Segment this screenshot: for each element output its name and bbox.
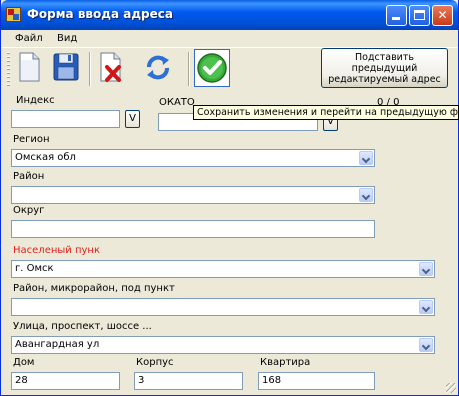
- locality-select[interactable]: г. Омск: [11, 260, 435, 278]
- chevron-down-icon[interactable]: [359, 188, 373, 202]
- menu-view[interactable]: Вид: [57, 33, 77, 44]
- app-icon: [6, 7, 21, 22]
- title-bar[interactable]: Форма ввода адреса ✕: [1, 0, 458, 30]
- green-checkmark-icon: [197, 53, 227, 83]
- locality-label: Населеный пунк: [13, 245, 100, 256]
- close-icon: ✕: [437, 8, 448, 22]
- button-line: редактируемый адрес: [328, 74, 441, 85]
- toolbar-separator: [188, 52, 190, 86]
- region-select[interactable]: Омская обл: [11, 149, 375, 167]
- button-line: предыдущий: [351, 63, 418, 74]
- toolbar-separator: [89, 52, 91, 86]
- maximize-button[interactable]: [409, 5, 430, 26]
- close-button[interactable]: ✕: [432, 5, 453, 26]
- okrug-field[interactable]: [11, 220, 375, 238]
- minimize-icon: [392, 17, 400, 20]
- street-value: Авангардная ул: [15, 339, 100, 350]
- microdistrict-select[interactable]: [11, 298, 435, 316]
- window-title: Форма ввода адреса: [27, 7, 173, 21]
- refresh-button[interactable]: [143, 50, 175, 86]
- minimize-button[interactable]: [386, 5, 407, 26]
- delete-document-icon: [100, 52, 121, 82]
- chevron-down-icon[interactable]: [359, 151, 373, 165]
- house-field[interactable]: 28: [11, 372, 120, 390]
- building-label: Корпус: [136, 357, 174, 368]
- apartment-field[interactable]: 168: [258, 372, 375, 390]
- building-field[interactable]: 3: [134, 372, 243, 390]
- button-line: Подставить: [354, 52, 414, 63]
- resize-grip[interactable]: [446, 383, 456, 393]
- chevron-down-icon[interactable]: [419, 338, 433, 352]
- locality-value: г. Омск: [15, 263, 54, 274]
- okato-label: ОКАТО: [159, 97, 195, 108]
- apartment-label: Квартира: [260, 357, 311, 368]
- microdistrict-label: Район, микрорайон, под пункт: [13, 283, 175, 294]
- floppy-disk-icon: [53, 53, 79, 81]
- region-value: Омская обл: [15, 152, 76, 163]
- address-form-window: Форма ввода адреса ✕ Файл Вид Подставить…: [0, 0, 459, 396]
- menu-file[interactable]: Файл: [15, 33, 43, 44]
- index-lookup-button[interactable]: V: [125, 110, 140, 128]
- street-select[interactable]: Авангардная ул: [11, 336, 435, 354]
- delete-button[interactable]: [95, 50, 127, 86]
- chevron-down-icon[interactable]: [419, 262, 433, 276]
- street-label: Улица, проспект, шоссе ...: [13, 321, 152, 332]
- menu-bar: Файл Вид: [2, 30, 457, 47]
- district-select[interactable]: [11, 186, 375, 204]
- tooltip: Сохранить изменения и перейти на предыду…: [193, 105, 459, 120]
- refresh-icon: [147, 55, 169, 80]
- new-document-button[interactable]: [14, 50, 46, 86]
- house-label: Дом: [13, 357, 35, 368]
- insert-previous-address-button[interactable]: Подставить предыдущий редактируемый адре…: [321, 48, 448, 88]
- maximize-icon: [414, 10, 425, 20]
- okrug-label: Округ: [13, 205, 45, 216]
- save-button[interactable]: [51, 50, 83, 86]
- save-and-go-previous-button[interactable]: [194, 49, 230, 87]
- index-field[interactable]: [11, 110, 120, 128]
- district-label: Район: [13, 171, 45, 182]
- chevron-down-icon[interactable]: [419, 300, 433, 314]
- document-icon: [19, 52, 40, 82]
- toolbar-grip[interactable]: [7, 52, 10, 86]
- region-label: Регион: [13, 134, 50, 145]
- index-label: Индекс: [16, 95, 55, 106]
